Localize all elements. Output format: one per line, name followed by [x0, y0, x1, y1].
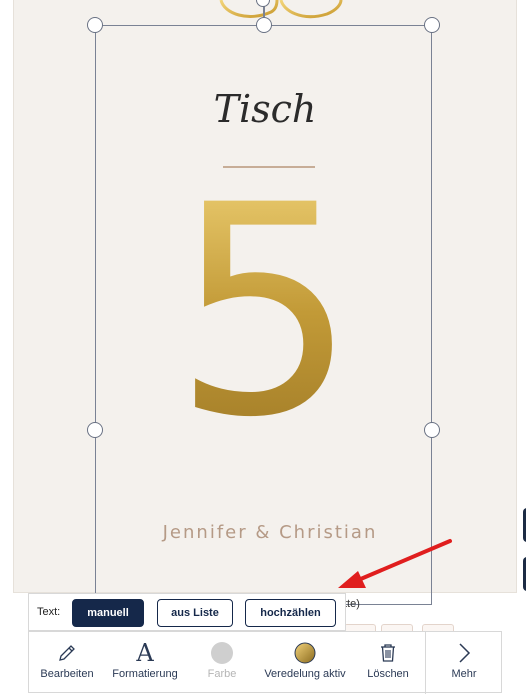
count-up-button[interactable]: hochzählen [245, 599, 336, 627]
annotation-arrow [338, 539, 452, 588]
font-a-icon: A [136, 639, 154, 667]
more-tool[interactable]: Mehr [426, 632, 502, 694]
divider-line [223, 166, 315, 168]
more-tool-label: Mehr [451, 668, 477, 680]
svg-text:Tisch: Tisch [214, 87, 317, 131]
gold-foil-icon [259, 640, 351, 666]
finishing-tool-label: Veredelung aktiv [264, 668, 346, 680]
delete-tool-label: Löschen [367, 668, 409, 680]
resize-handle-middle-left[interactable] [87, 422, 103, 438]
pencil-icon [29, 640, 105, 666]
finishing-tool[interactable]: Veredelung aktiv [259, 632, 351, 694]
ring-ornament-icon [219, 0, 343, 19]
trash-icon [351, 640, 425, 666]
bottom-toolbar: Bearbeiten A Formatierung Farbe Veredelu… [28, 631, 502, 694]
resize-handle-top-center[interactable] [256, 17, 272, 33]
chevron-right-icon [426, 640, 502, 666]
from-list-button[interactable]: aus Liste [157, 599, 233, 627]
color-dot-icon [185, 640, 259, 666]
resize-handle-middle-right[interactable] [424, 422, 440, 438]
manual-button[interactable]: manuell [72, 599, 144, 627]
hidden-option-text: tte) [344, 598, 360, 610]
resize-handle-top-right[interactable] [424, 17, 440, 33]
svg-text:5: 5 [180, 190, 350, 430]
color-tool-label: Farbe [207, 668, 237, 680]
text-mode-popover: Text: manuell aus Liste hochzählen [28, 593, 346, 631]
title-script-text: Tisch [214, 87, 317, 131]
formatting-tool-label: Formatierung [112, 668, 178, 680]
color-tool[interactable]: Farbe [185, 632, 259, 694]
formatting-tool[interactable]: A Formatierung [105, 632, 185, 694]
resize-handle-top-left[interactable] [87, 17, 103, 33]
edit-tool[interactable]: Bearbeiten [29, 632, 105, 694]
edit-tool-label: Bearbeiten [40, 668, 94, 680]
delete-tool[interactable]: Löschen [351, 632, 425, 694]
text-mode-label: Text: [37, 606, 61, 618]
table-number: 5 [180, 190, 350, 430]
